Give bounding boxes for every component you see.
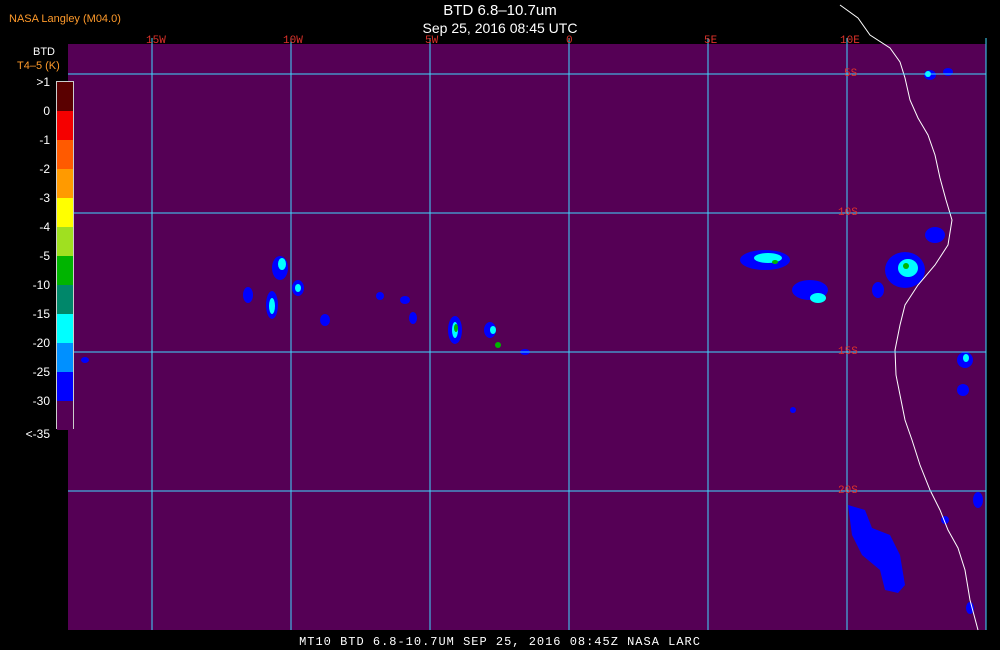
legend-swatch [57,227,73,256]
legend-label: -3 [39,191,50,205]
legend-swatch [57,256,73,285]
product-title: BTD 6.8–10.7um [443,2,557,19]
legend-swatch [57,82,73,111]
lon-label: 15W [146,35,166,47]
color-legend [56,81,74,430]
legend-label: -20 [32,336,50,350]
legend-swatch [57,285,73,314]
lon-label: 5W [425,35,439,47]
legend-swatch [57,314,73,343]
legend-label: -1 [39,133,50,147]
legend-label: 0 [43,104,50,118]
lon-label: 0 [566,35,573,47]
legend-swatch [57,343,73,372]
legend-label: <-35 [25,427,50,441]
legend-label: -4 [39,220,50,234]
lon-label: 10E [840,35,860,47]
lat-label: 10S [838,207,858,219]
footer-caption: MT10 BTD 6.8-10.7UM SEP 25, 2016 08:45Z … [299,635,701,649]
legend-units: T4–5 (K) [17,60,60,72]
legend-label: -30 [32,394,50,408]
legend-label: >1 [36,75,50,89]
lon-label: 5E [704,35,718,47]
legend-title: BTD [33,46,55,58]
legend-label: -15 [32,307,50,321]
legend-label: -10 [32,278,50,292]
legend-swatch [57,401,73,430]
lat-label: 15S [838,346,858,358]
timestamp-label: Sep 25, 2016 08:45 UTC [422,20,578,36]
legend-swatch [57,140,73,169]
legend-swatch [57,372,73,401]
legend-label: -25 [32,365,50,379]
legend-swatch [57,430,73,458]
satellite-map [68,4,987,631]
legend-swatch [57,198,73,227]
legend-swatch [57,111,73,140]
legend-swatch [57,169,73,198]
map-background [68,38,986,630]
legend-label: -5 [39,249,50,263]
legend-label: -2 [39,162,50,176]
lon-label: 10W [283,35,303,47]
lat-label: 20S [838,485,858,497]
lat-label: 5S [844,68,858,80]
